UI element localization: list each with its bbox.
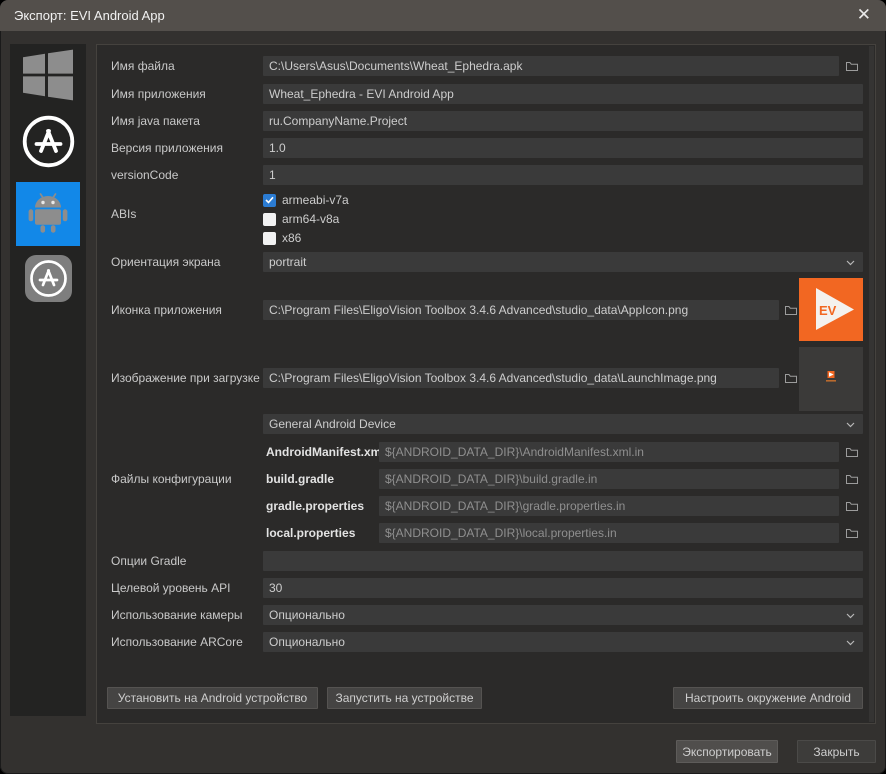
app-icon-input[interactable] (263, 300, 779, 320)
sidebar-item-android[interactable] (16, 182, 80, 246)
close-button[interactable]: Закрыть (797, 740, 876, 763)
chevron-down-icon (846, 417, 855, 431)
app-name-label: Имя приложения (111, 87, 206, 101)
close-icon[interactable]: ✕ (857, 0, 871, 29)
sidebar-item-windows[interactable] (10, 48, 86, 104)
ios-app-store-icon (24, 254, 73, 306)
abi-x86-label: x86 (282, 231, 301, 245)
android-manifest-input[interactable] (379, 442, 839, 462)
checkbox-armeabi-v7a[interactable] (263, 194, 276, 207)
dialog-title: Экспорт: EVI Android App (14, 0, 165, 31)
camera-usage-label: Использование камеры (111, 608, 243, 622)
abi-option-arm64-v8a[interactable]: arm64-v8a (263, 212, 339, 226)
config-files-label: Файлы конфигурации (111, 472, 232, 486)
screen: Экспорт: EVI Android App ✕ (0, 0, 886, 774)
sidebar-item-macos[interactable] (10, 115, 86, 171)
device-preset-value: General Android Device (269, 417, 846, 431)
mac-app-store-icon (22, 115, 75, 171)
abis-label: ABIs (111, 207, 136, 221)
app-version-label: Версия приложения (111, 141, 223, 155)
chevron-down-icon (846, 635, 855, 649)
file-name-label: Имя файла (111, 59, 175, 73)
version-code-label: versionCode (111, 168, 178, 182)
camera-usage-value: Опционально (269, 608, 846, 622)
gradle-properties-label: gradle.properties (266, 499, 364, 513)
chevron-down-icon (846, 608, 855, 622)
arcore-usage-select[interactable]: Опционально (263, 632, 863, 652)
sidebar-item-ios[interactable] (10, 253, 86, 307)
chevron-down-icon (846, 255, 855, 269)
scrollbar-track[interactable] (869, 46, 874, 722)
abi-arm64-v8a-label: arm64-v8a (282, 212, 339, 226)
android-manifest-browse-folder-icon[interactable] (844, 445, 859, 459)
build-gradle-label: build.gradle (266, 472, 334, 486)
app-icon-label: Иконка приложения (111, 303, 222, 317)
gradle-options-label: Опции Gradle (111, 554, 186, 568)
launch-image-label: Изображение при загрузке (111, 371, 260, 385)
launch-image-preview (799, 347, 863, 411)
ev-logo-tiny-icon (824, 371, 838, 387)
local-properties-label: local.properties (266, 526, 355, 540)
arcore-usage-value: Опционально (269, 635, 846, 649)
abi-option-armeabi-v7a[interactable]: armeabi-v7a (263, 193, 349, 207)
platform-sidebar (10, 44, 86, 716)
orientation-select[interactable]: portrait (263, 252, 863, 272)
device-preset-select[interactable]: General Android Device (263, 414, 863, 434)
gradle-properties-browse-folder-icon[interactable] (844, 499, 859, 513)
camera-usage-select[interactable]: Опционально (263, 605, 863, 625)
orientation-value: portrait (269, 255, 846, 269)
export-dialog: Экспорт: EVI Android App ✕ (0, 0, 886, 774)
java-package-input[interactable] (263, 111, 863, 131)
android-robot-icon (26, 191, 70, 237)
local-properties-browse-folder-icon[interactable] (844, 526, 859, 540)
abi-option-x86[interactable]: x86 (263, 231, 301, 245)
app-version-input[interactable] (263, 138, 863, 158)
arcore-usage-label: Использование ARCore (111, 635, 243, 649)
launch-image-input[interactable] (263, 368, 779, 388)
orientation-label: Ориентация экрана (111, 255, 220, 269)
file-name-input[interactable] (263, 56, 839, 76)
launch-image-browse-folder-icon[interactable] (783, 371, 798, 385)
app-name-input[interactable] (263, 84, 863, 104)
java-package-label: Имя java пакета (111, 114, 200, 128)
local-properties-input[interactable] (379, 523, 839, 543)
configure-android-env-button[interactable]: Настроить окружение Android (673, 687, 863, 709)
app-icon-preview: EV (799, 278, 863, 341)
version-code-input[interactable] (263, 165, 863, 185)
abi-armeabi-v7a-label: armeabi-v7a (282, 193, 349, 207)
ev-logo-text: EV (819, 303, 837, 318)
gradle-properties-input[interactable] (379, 496, 839, 516)
build-gradle-browse-folder-icon[interactable] (844, 472, 859, 486)
target-api-input[interactable] (263, 578, 863, 598)
target-api-label: Целевой уровень API (111, 581, 230, 595)
run-on-device-button[interactable]: Запустить на устройстве (327, 687, 482, 709)
install-on-device-button[interactable]: Установить на Android устройство (107, 687, 318, 709)
build-gradle-input[interactable] (379, 469, 839, 489)
export-button[interactable]: Экспортировать (676, 740, 778, 763)
app-icon-browse-folder-icon[interactable] (783, 303, 798, 317)
export-form-panel: Имя файла Имя приложения Имя java пакета… (96, 44, 876, 724)
gradle-options-input[interactable] (263, 551, 863, 571)
dialog-titlebar[interactable]: Экспорт: EVI Android App ✕ (0, 0, 886, 31)
windows-logo-icon (22, 49, 74, 104)
file-name-browse-folder-icon[interactable] (844, 59, 859, 73)
android-manifest-label: AndroidManifest.xml (266, 445, 385, 459)
checkbox-arm64-v8a[interactable] (263, 213, 276, 226)
checkbox-x86[interactable] (263, 232, 276, 245)
